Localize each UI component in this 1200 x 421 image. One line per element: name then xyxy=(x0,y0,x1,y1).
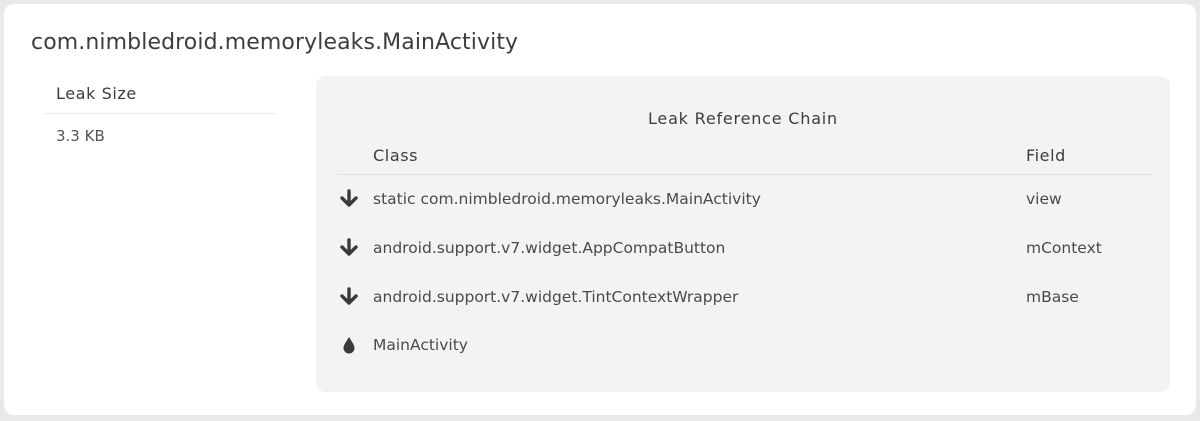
column-header-class: Class xyxy=(373,146,419,165)
arrow-down-icon xyxy=(338,238,360,258)
row-class-name: android.support.v7.widget.AppCompatButto… xyxy=(373,239,726,257)
column-header-field: Field xyxy=(1026,146,1066,165)
page-title: com.nimbledroid.memoryleaks.MainActivity xyxy=(31,30,519,55)
leak-size-panel: Leak Size 3.3 KB xyxy=(44,76,276,145)
chain-row: android.support.v7.widget.AppCompatButto… xyxy=(338,233,1154,263)
row-field-name: mContext xyxy=(1026,239,1102,257)
drop-icon xyxy=(338,335,360,355)
chain-row: MainActivity xyxy=(338,330,1154,360)
leak-card: com.nimbledroid.memoryleaks.MainActivity… xyxy=(4,4,1196,415)
arrow-down-icon xyxy=(338,189,360,209)
row-class-name: MainActivity xyxy=(373,336,468,354)
row-class-name: android.support.v7.widget.TintContextWra… xyxy=(373,288,739,306)
row-class-name: static com.nimbledroid.memoryleaks.MainA… xyxy=(373,190,761,208)
chain-row: static com.nimbledroid.memoryleaks.MainA… xyxy=(338,184,1154,214)
row-field-name: view xyxy=(1026,190,1062,208)
arrow-down-icon xyxy=(338,287,360,307)
leak-size-header: Leak Size xyxy=(44,76,276,114)
chain-title: Leak Reference Chain xyxy=(648,109,838,128)
row-field-name: mBase xyxy=(1026,288,1079,306)
header-divider xyxy=(338,174,1154,175)
chain-row: android.support.v7.widget.TintContextWra… xyxy=(338,282,1154,312)
leak-reference-chain-panel: Leak Reference Chain Class Field static … xyxy=(316,76,1170,392)
leak-size-value: 3.3 KB xyxy=(56,127,105,145)
